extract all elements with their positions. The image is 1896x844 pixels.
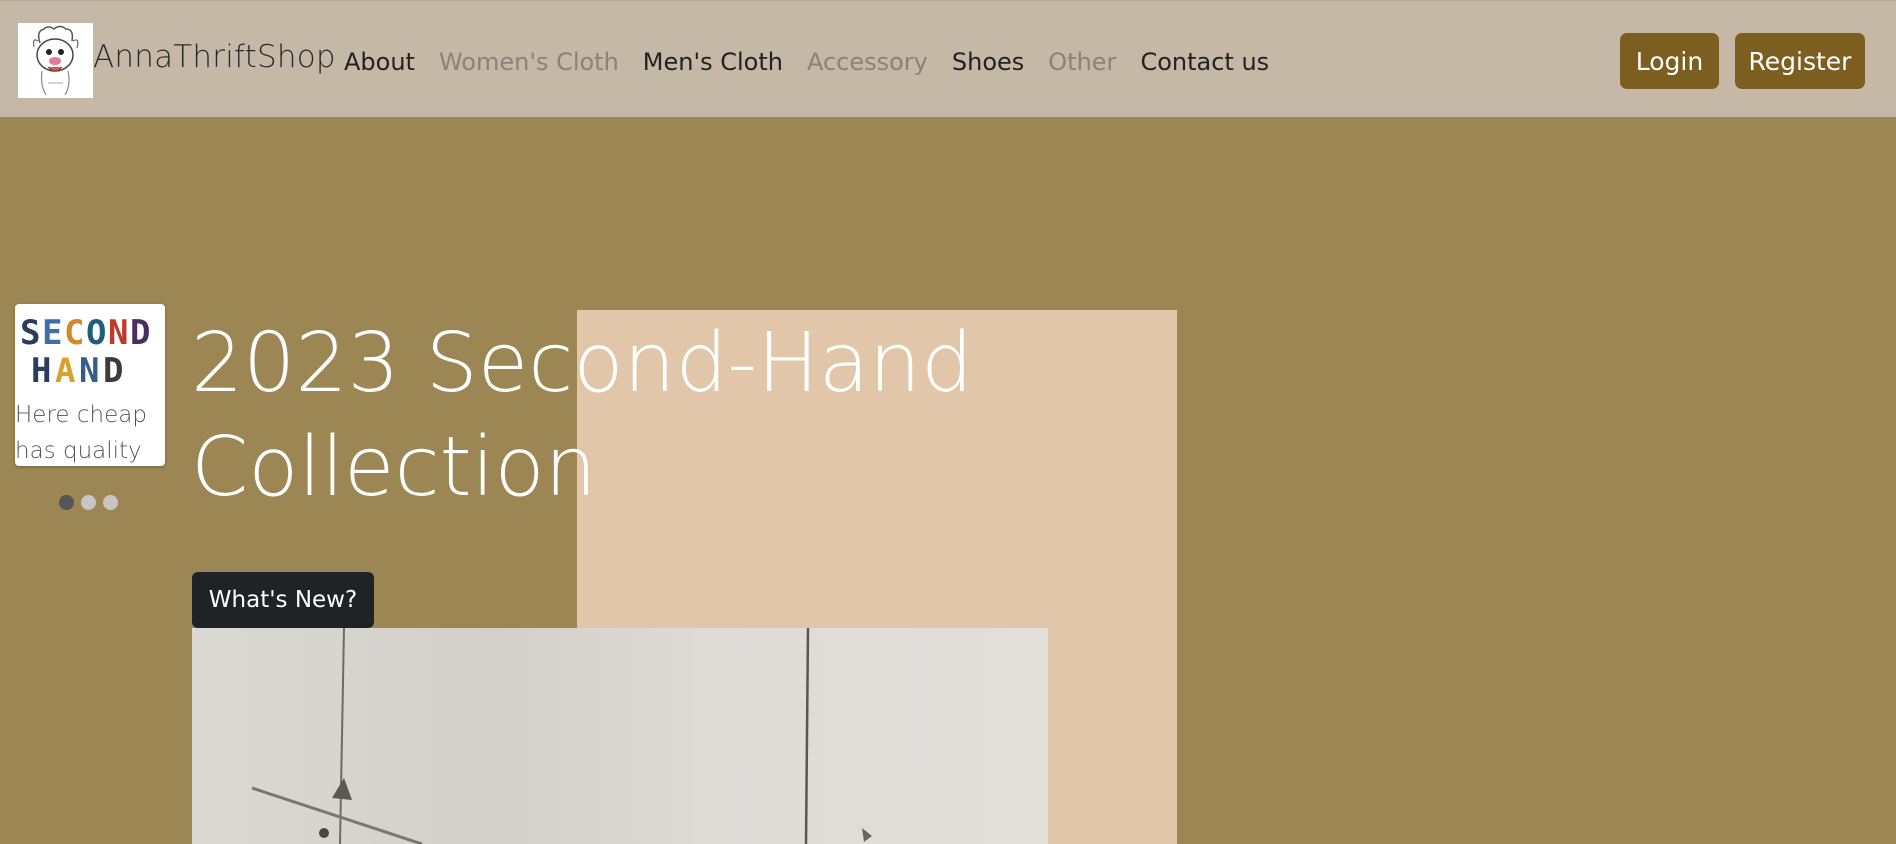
nav-item-mens-cloth[interactable]: Men's Cloth <box>643 48 783 76</box>
second-hand-logo-letter: D <box>130 313 150 353</box>
nav-item-shoes[interactable]: Shoes <box>952 48 1024 76</box>
whats-new-button[interactable]: What's New? <box>192 572 374 628</box>
carousel-indicator[interactable] <box>81 495 96 510</box>
nav-item-other[interactable]: Other <box>1048 48 1116 76</box>
second-hand-logo: S E C O N D H A N D <box>20 313 150 388</box>
carousel-indicators <box>59 495 118 510</box>
second-hand-logo-letter: C <box>64 313 84 353</box>
hanging-clothes-image <box>251 628 872 844</box>
second-hand-logo-letter: H <box>31 351 51 388</box>
brand-logo[interactable] <box>18 23 93 98</box>
carousel-indicator[interactable] <box>103 495 118 510</box>
brand-name[interactable]: AnnaThriftShop <box>93 39 336 75</box>
second-hand-logo-letter: O <box>86 313 106 353</box>
hero-photo <box>192 628 1048 844</box>
second-hand-logo-letter: N <box>79 351 99 388</box>
second-hand-logo-letter: D <box>103 351 123 388</box>
second-hand-logo-letter: S <box>20 313 40 353</box>
nav-item-contact-us[interactable]: Contact us <box>1140 48 1269 76</box>
nav-item-accessory[interactable]: Accessory <box>807 48 928 76</box>
navbar: AnnaThriftShop About Women's Cloth Men's… <box>0 0 1896 117</box>
nav-item-about[interactable]: About <box>344 48 415 76</box>
main-nav: About Women's Cloth Men's Cloth Accessor… <box>344 48 1269 76</box>
register-button[interactable]: Register <box>1735 33 1865 89</box>
card-caption: Here cheap has quality <box>15 402 147 464</box>
carousel-indicator[interactable] <box>59 495 74 510</box>
login-button[interactable]: Login <box>1620 33 1719 89</box>
hero-title: 2023 Second-Hand Collection <box>191 316 974 515</box>
second-hand-logo-letter: N <box>108 313 128 353</box>
nav-item-womens-cloth[interactable]: Women's Cloth <box>439 48 619 76</box>
second-hand-logo-letter: A <box>55 351 75 388</box>
carousel-card[interactable]: S E C O N D H A N D Here cheap has quali… <box>15 304 165 466</box>
second-hand-logo-letter: E <box>42 313 62 353</box>
cartoon-monkey-logo-icon <box>18 23 93 98</box>
